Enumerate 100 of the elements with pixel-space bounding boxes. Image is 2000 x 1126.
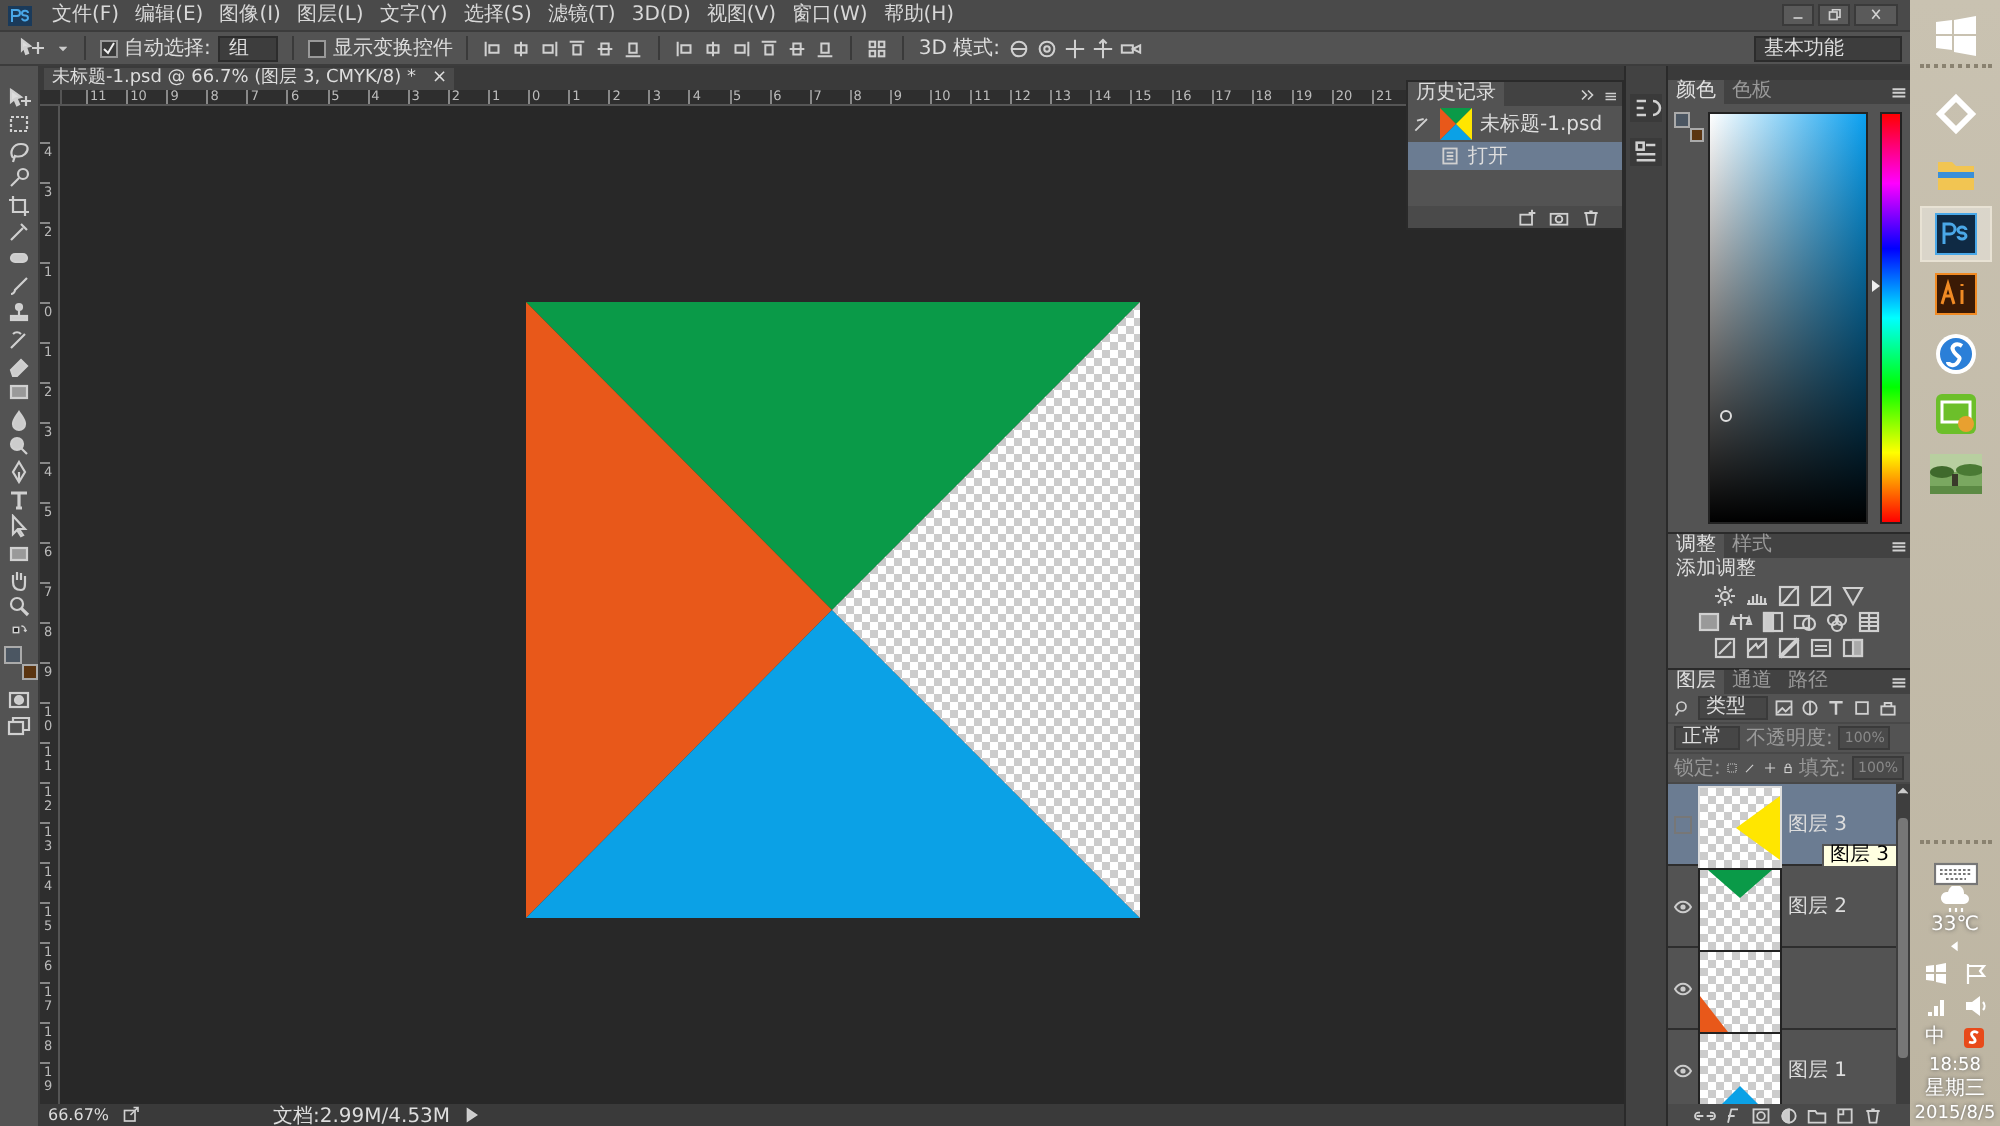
scroll-up-icon[interactable] [1896, 784, 1910, 798]
illustrator-app-icon[interactable] [1933, 272, 1977, 316]
eye-icon[interactable] [1674, 898, 1692, 916]
lasso-tool-icon[interactable] [6, 139, 32, 164]
type-filter-icon[interactable] [1826, 698, 1846, 718]
adjustment-filter-icon[interactable] [1800, 698, 1820, 718]
auto-select-dropdown[interactable]: 组 [218, 35, 279, 61]
menu-item[interactable]: 图像(I) [211, 1, 289, 29]
posterize-icon[interactable] [1744, 636, 1770, 660]
grid-icon[interactable] [1856, 610, 1882, 634]
image-filter-icon[interactable] [1774, 698, 1794, 718]
slide-3d-icon[interactable] [1092, 37, 1114, 59]
new-document-icon[interactable] [1516, 207, 1538, 227]
screen-mode-icon[interactable] [6, 713, 32, 738]
menu-item[interactable]: 图层(L) [288, 1, 372, 29]
foreground-color-swatch[interactable] [3, 646, 21, 665]
eyedropper-tool-icon[interactable] [6, 219, 32, 244]
history-brush-icon[interactable] [1412, 114, 1432, 134]
color-field[interactable] [1708, 112, 1868, 524]
gradient-map-icon[interactable] [1808, 636, 1834, 660]
roll-3d-icon[interactable] [1036, 37, 1058, 59]
menu-item[interactable]: 文字(Y) [371, 1, 456, 29]
panel-tab[interactable]: 样式 [1724, 534, 1780, 558]
scrollbar-thumb[interactable] [1898, 818, 1908, 1058]
photo-filter-icon[interactable] [1792, 610, 1818, 634]
eye-icon[interactable] [1674, 1062, 1692, 1080]
collapse-icon[interactable] [1578, 85, 1598, 103]
zoom-icon[interactable] [6, 594, 32, 619]
effects-icon[interactable] [1722, 1105, 1744, 1125]
auto-align-icon[interactable] [866, 37, 889, 59]
hue-slider-thumb[interactable] [1872, 279, 1880, 292]
pen-tool-icon[interactable] [6, 460, 32, 485]
menu-item[interactable]: 视图(V) [698, 1, 785, 29]
menu-item[interactable]: 滤镜(T) [539, 1, 624, 29]
invert-icon[interactable] [1712, 636, 1738, 660]
properties-panel-icon[interactable] [1630, 138, 1662, 166]
folder-icon[interactable] [1806, 1105, 1828, 1125]
selective-color-icon[interactable] [1840, 636, 1866, 660]
menu-item[interactable]: 窗口(W) [784, 1, 876, 29]
quick-mask-icon[interactable] [6, 687, 32, 712]
new-layer-icon[interactable] [1834, 1105, 1856, 1125]
close-icon[interactable] [1854, 4, 1898, 26]
path-select-tool-icon[interactable] [6, 514, 32, 539]
tab-close-button[interactable]: × [432, 68, 448, 90]
panel-tab[interactable]: 通道 [1724, 670, 1780, 694]
blend-mode-dropdown[interactable]: 正常 [1674, 726, 1740, 750]
drag-3d-icon[interactable] [1064, 37, 1086, 59]
scale-icon[interactable] [1728, 610, 1754, 634]
panel-tab[interactable]: 路径 [1780, 670, 1836, 694]
rotate-3d-icon[interactable] [1008, 37, 1030, 59]
minimize-icon[interactable] [1782, 4, 1814, 26]
browser-app-icon[interactable] [1933, 332, 1977, 376]
smart-object-filter-icon[interactable] [1878, 698, 1898, 718]
checkbox[interactable] [100, 39, 118, 57]
triangle-icon[interactable] [1840, 584, 1866, 608]
menu-item[interactable]: 编辑(E) [127, 1, 212, 29]
export-icon[interactable] [121, 1106, 142, 1124]
drop-tool-icon[interactable] [6, 407, 32, 432]
eye-icon[interactable] [1674, 980, 1692, 998]
workspace-dropdown[interactable]: 基本功能 [1754, 35, 1902, 61]
hue-saturation-icon[interactable] [1696, 610, 1722, 634]
type-tool-icon[interactable] [6, 487, 32, 512]
move-tool-icon[interactable] [16, 36, 48, 60]
adjustment-layer-icon[interactable] [1778, 1105, 1800, 1125]
menu-item[interactable]: 3D(D) [623, 1, 699, 29]
photoshop-app-icon[interactable] [1933, 212, 1977, 256]
trash-icon[interactable] [1580, 207, 1602, 227]
menu-item[interactable]: 帮助(H) [875, 1, 963, 29]
input-method-icon[interactable] [1961, 1026, 1985, 1050]
eraser-tool-icon[interactable] [6, 353, 32, 378]
menu-item[interactable]: 选择(S) [455, 1, 540, 29]
quick-select-tool-icon[interactable] [6, 166, 32, 191]
history-panel-icon[interactable] [1630, 94, 1662, 122]
camera-icon[interactable] [1548, 207, 1570, 227]
history-snapshot[interactable]: 未标题-1.psd [1408, 106, 1622, 142]
curve-icon[interactable] [1776, 584, 1802, 608]
checkbox[interactable] [308, 39, 327, 57]
search-icon[interactable] [1674, 698, 1692, 718]
marquee-tool-icon[interactable] [6, 112, 32, 137]
layer-row[interactable] [1668, 948, 1896, 1030]
brush-tool-icon[interactable] [6, 273, 32, 298]
threshold-icon[interactable] [1776, 636, 1802, 660]
gradient-tool-icon[interactable] [6, 380, 32, 405]
layer-row[interactable]: 图层 3 图层 3 [1668, 784, 1896, 866]
background-color-swatch[interactable] [21, 664, 37, 681]
history-brush-tool-icon[interactable] [6, 327, 32, 352]
history-state[interactable]: 打开 [1408, 142, 1622, 170]
panel-tab[interactable]: 颜色 [1668, 80, 1724, 104]
move-tool-icon[interactable] [6, 86, 32, 110]
move-lock-icon[interactable] [1763, 758, 1776, 778]
document-tab[interactable]: 未标题-1.psd @ 66.7% (图层 3, CMYK/8) * × [44, 68, 454, 90]
background-color-swatch[interactable] [1690, 128, 1704, 142]
layer-row[interactable]: 图层 2 [1668, 866, 1896, 948]
hand-tool-icon[interactable] [6, 568, 32, 593]
trash-icon[interactable] [1862, 1105, 1884, 1125]
exposure-icon[interactable] [1808, 584, 1834, 608]
half-square-icon[interactable] [1760, 610, 1786, 634]
lock-icon[interactable] [1781, 758, 1794, 778]
panel-tab[interactable]: 历史记录 [1408, 82, 1504, 106]
rectangle-tool-icon[interactable] [6, 541, 32, 566]
